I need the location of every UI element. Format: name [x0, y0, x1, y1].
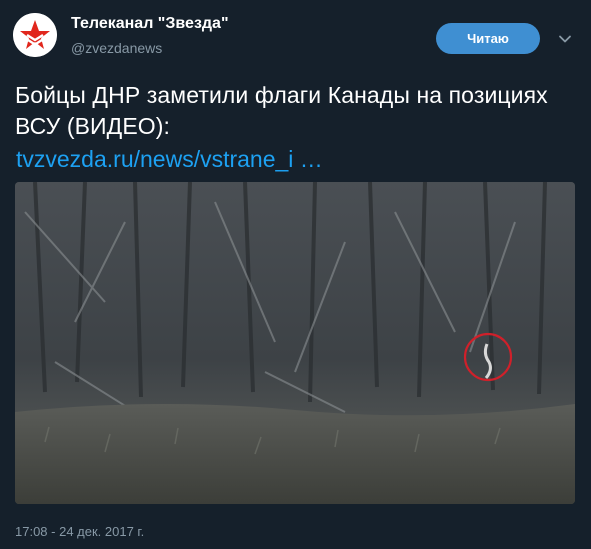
tweet-link[interactable]: tvzvezda.ru/news/vstrane_i …	[16, 144, 323, 175]
tweet-media-image[interactable]	[15, 182, 575, 504]
tweet-text: Бойцы ДНР заметили флаги Канады на позиц…	[15, 82, 548, 139]
tweet-timestamp[interactable]: 17:08 - 24 дек. 2017 г.	[15, 524, 144, 539]
display-name[interactable]: Телеканал "Звезда"	[71, 15, 229, 33]
following-button[interactable]: Читаю	[436, 23, 540, 54]
zvezda-star-logo-icon	[13, 13, 57, 57]
user-handle[interactable]: @zvezdanews	[71, 40, 162, 56]
avatar[interactable]	[13, 13, 57, 57]
tweet-card: Телеканал "Звезда" @zvezdanews Читаю Бой…	[0, 0, 591, 549]
chevron-down-icon[interactable]	[556, 30, 574, 48]
